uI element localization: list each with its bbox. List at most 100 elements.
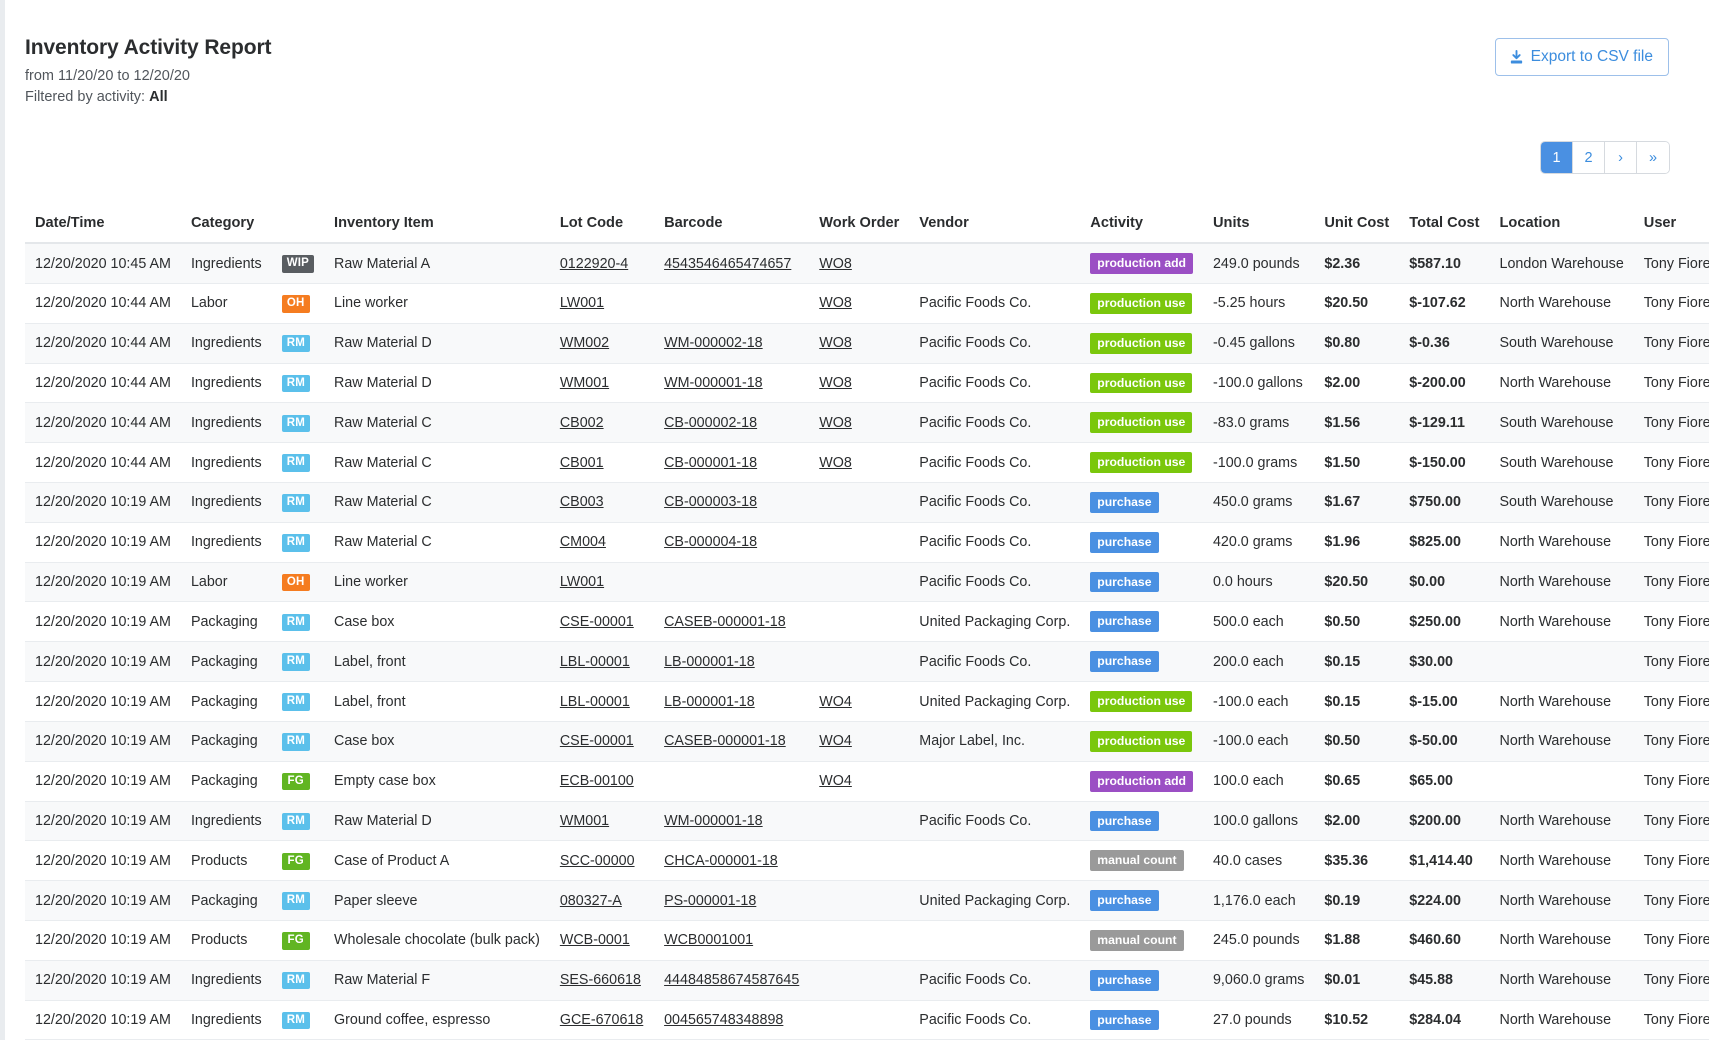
column-header-category[interactable]: Category [181, 215, 272, 243]
barcode-link[interactable]: WCB0001001 [664, 932, 753, 948]
barcode-link[interactable]: CB-000003-18 [664, 494, 757, 510]
barcode-link[interactable]: CHCA-000001-18 [664, 853, 778, 869]
export-to-csv-button[interactable]: Export to CSV file [1495, 38, 1669, 76]
barcode-cell: 4543546465474657 [654, 243, 809, 283]
barcode-link[interactable]: LB-000001-18 [664, 694, 755, 710]
lot-code-link[interactable]: 080327-A [560, 893, 622, 909]
column-header-unit-cost[interactable]: Unit Cost [1314, 215, 1399, 243]
barcode-link[interactable]: CB-000002-18 [664, 415, 757, 431]
barcode-link[interactable]: 4543546465474657 [664, 256, 791, 272]
cell-vendor: United Packaging Corp. [909, 602, 1080, 642]
column-header-datetime[interactable]: Date/Time [25, 215, 181, 243]
table-row[interactable]: 12/20/2020 10:19 AMIngredientsRMRaw Mate… [25, 483, 1709, 523]
table-row[interactable]: 12/20/2020 10:19 AMIngredientsRMRaw Mate… [25, 522, 1709, 562]
barcode-link[interactable]: 004565748348898 [664, 1012, 783, 1028]
barcode-link[interactable]: WM-000002-18 [664, 335, 763, 351]
work-order-link[interactable]: WO4 [819, 733, 852, 749]
lot-code-link[interactable]: GCE-670618 [560, 1012, 643, 1028]
work-order-link[interactable]: WO8 [819, 295, 852, 311]
barcode-link[interactable]: WM-000001-18 [664, 375, 763, 391]
table-row[interactable]: 12/20/2020 10:19 AMIngredientsRMGround c… [25, 1000, 1709, 1040]
work-order-link[interactable]: WO8 [819, 256, 852, 272]
column-header-lot-code[interactable]: Lot Code [550, 215, 654, 243]
column-header-total-cost[interactable]: Total Cost [1399, 215, 1489, 243]
lot-code-link[interactable]: CB002 [560, 415, 604, 431]
work-order-link[interactable]: WO8 [819, 335, 852, 351]
lot-code-link[interactable]: SES-660618 [560, 972, 641, 988]
cell-vendor: Pacific Foods Co. [909, 363, 1080, 403]
page-1[interactable]: 1 [1541, 142, 1573, 173]
page-2[interactable]: 2 [1573, 142, 1605, 173]
cell-total-cost: $-200.00 [1399, 363, 1489, 403]
table-row[interactable]: 12/20/2020 10:19 AMProductsFGWholesale c… [25, 920, 1709, 960]
table-row[interactable]: 12/20/2020 10:19 AMPackagingRMPaper slee… [25, 881, 1709, 921]
lot-code-link[interactable]: LBL-00001 [560, 694, 630, 710]
barcode-link[interactable]: CASEB-000001-18 [664, 733, 786, 749]
lot-code-link[interactable]: SCC-00000 [560, 853, 635, 869]
lot-code-link[interactable]: LBL-00001 [560, 654, 630, 670]
table-row[interactable]: 12/20/2020 10:19 AMLaborOHLine workerLW0… [25, 562, 1709, 602]
column-header-barcode[interactable]: Barcode [654, 215, 809, 243]
lot-code-link[interactable]: WM002 [560, 335, 609, 351]
lot-code-link[interactable]: CSE-00001 [560, 733, 634, 749]
work-order-link[interactable]: WO4 [819, 694, 852, 710]
barcode-link[interactable]: LB-000001-18 [664, 654, 755, 670]
lot-code-link[interactable]: CSE-00001 [560, 614, 634, 630]
last-page[interactable]: » [1637, 142, 1669, 173]
table-row[interactable]: 12/20/2020 10:19 AMPackagingRMCase boxCS… [25, 602, 1709, 642]
cell-datetime: 12/20/2020 10:19 AM [25, 1000, 181, 1040]
table-row[interactable]: 12/20/2020 10:19 AMProductsFGCase of Pro… [25, 841, 1709, 881]
table-row[interactable]: 12/20/2020 10:19 AMPackagingFGEmpty case… [25, 761, 1709, 801]
lot-code-link[interactable]: WCB-0001 [560, 932, 630, 948]
barcode-link[interactable]: PS-000001-18 [664, 893, 756, 909]
column-header-vendor[interactable]: Vendor [909, 215, 1080, 243]
lot-code-link[interactable]: WM001 [560, 813, 609, 829]
work-order-link[interactable]: WO8 [819, 415, 852, 431]
inventory-type-tag: RM [282, 454, 310, 472]
column-header-work-order[interactable]: Work Order [809, 215, 909, 243]
column-header-user[interactable]: User [1634, 215, 1709, 243]
cell-total-cost: $-107.62 [1399, 283, 1489, 323]
pagination-wrap: 12›» [25, 142, 1669, 173]
column-header-units[interactable]: Units [1203, 215, 1314, 243]
next-page[interactable]: › [1605, 142, 1637, 173]
table-row[interactable]: 12/20/2020 10:19 AMPackagingRMLabel, fro… [25, 682, 1709, 722]
activity-badge: purchase [1090, 611, 1158, 632]
lot-code-link[interactable]: ECB-00100 [560, 773, 634, 789]
table-row[interactable]: 12/20/2020 10:44 AMIngredientsRMRaw Mate… [25, 403, 1709, 443]
lot-code-link[interactable]: WM001 [560, 375, 609, 391]
column-header-inventory-item[interactable]: Inventory Item [324, 215, 550, 243]
work-order-link[interactable]: WO8 [819, 375, 852, 391]
cell-inventory-item: Raw Material C [324, 522, 550, 562]
table-row[interactable]: 12/20/2020 10:19 AMIngredientsRMRaw Mate… [25, 960, 1709, 1000]
barcode-link[interactable]: WM-000001-18 [664, 813, 763, 829]
barcode-link[interactable]: CB-000004-18 [664, 534, 757, 550]
lot-code-link[interactable]: CB001 [560, 455, 604, 471]
work-order-link[interactable]: WO4 [819, 773, 852, 789]
pagination[interactable]: 12›» [1541, 142, 1669, 173]
table-row[interactable]: 12/20/2020 10:44 AMLaborOHLine workerLW0… [25, 283, 1709, 323]
cell-inventory-item: Raw Material A [324, 243, 550, 283]
lot-code-link[interactable]: CB003 [560, 494, 604, 510]
table-row[interactable]: 12/20/2020 10:44 AMIngredientsRMRaw Mate… [25, 363, 1709, 403]
column-header-activity[interactable]: Activity [1080, 215, 1203, 243]
lot-code-link[interactable]: LW001 [560, 295, 604, 311]
inventory-type-tag: RM [282, 614, 310, 632]
work-order-link[interactable]: WO8 [819, 455, 852, 471]
lot-code-link[interactable]: 0122920-4 [560, 256, 628, 272]
table-row[interactable]: 12/20/2020 10:45 AMIngredientsWIPRaw Mat… [25, 243, 1709, 283]
inventory-type-tag: RM [282, 534, 310, 552]
column-header-location[interactable]: Location [1490, 215, 1634, 243]
barcode-link[interactable]: CASEB-000001-18 [664, 614, 786, 630]
barcode-link[interactable]: CB-000001-18 [664, 455, 757, 471]
table-row[interactable]: 12/20/2020 10:19 AMIngredientsRMRaw Mate… [25, 801, 1709, 841]
cell-category: Ingredients [181, 363, 272, 403]
table-row[interactable]: 12/20/2020 10:19 AMPackagingRMLabel, fro… [25, 642, 1709, 682]
table-row[interactable]: 12/20/2020 10:19 AMPackagingRMCase boxCS… [25, 721, 1709, 761]
lot-code-link[interactable]: LW001 [560, 574, 604, 590]
barcode-link[interactable]: 44484858674587645 [664, 972, 799, 988]
lot-code-link[interactable]: CM004 [560, 534, 606, 550]
table-row[interactable]: 12/20/2020 10:44 AMIngredientsRMRaw Mate… [25, 323, 1709, 363]
cell-location: North Warehouse [1490, 522, 1634, 562]
table-row[interactable]: 12/20/2020 10:44 AMIngredientsRMRaw Mate… [25, 443, 1709, 483]
